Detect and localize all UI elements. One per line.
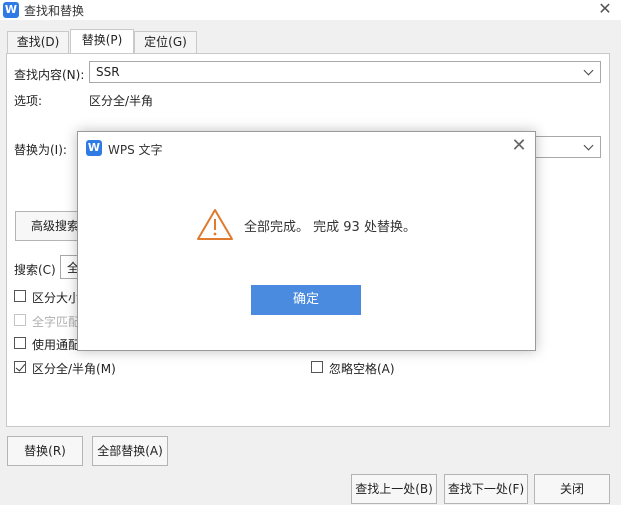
options-label: 选项:	[14, 94, 43, 108]
tab-replace[interactable]: 替换(P)	[70, 29, 134, 53]
chevron-down-icon[interactable]	[582, 65, 596, 79]
find-input[interactable]: SSR	[89, 61, 601, 83]
dialog-title: WPS 文字	[108, 143, 163, 157]
find-label: 查找内容(N):	[14, 68, 85, 82]
match-case-label: 区分大小	[32, 291, 81, 305]
find-previous-button[interactable]: 查找上一处(B)	[351, 474, 437, 504]
wildcards-checkbox[interactable]	[14, 337, 26, 349]
options-value: 区分全/半角	[89, 94, 154, 108]
window-title: 查找和替换	[24, 4, 85, 18]
close-icon[interactable]: ✕	[596, 0, 614, 18]
full-half-width-checkbox[interactable]	[14, 361, 26, 373]
close-button[interactable]: 关闭	[534, 474, 610, 504]
warning-triangle-icon	[197, 209, 233, 240]
completion-message: 全部完成。 完成 93 处替换。	[244, 220, 416, 235]
match-case-checkbox[interactable]	[14, 290, 26, 302]
replace-button[interactable]: 替换(R)	[7, 436, 83, 466]
tab-find[interactable]: 查找(D)	[7, 31, 69, 53]
completion-dialog: W WPS 文字 ✕ 全部完成。 完成 93 处替换。 确定	[77, 131, 536, 351]
find-next-button[interactable]: 查找下一处(F)	[444, 474, 528, 504]
title-bar	[0, 0, 621, 20]
chevron-down-icon[interactable]	[582, 140, 596, 154]
wildcards-label: 使用通配	[32, 338, 81, 352]
tab-goto[interactable]: 定位(G)	[134, 31, 197, 53]
ignore-space-label: 忽略空格(A)	[329, 362, 395, 376]
wps-writer-icon: W	[86, 140, 102, 156]
whole-word-checkbox[interactable]	[14, 314, 26, 326]
whole-word-label: 全字匹配	[32, 315, 81, 329]
replace-label: 替换为(I):	[14, 143, 67, 157]
full-half-width-label: 区分全/半角(M)	[32, 362, 116, 376]
close-icon[interactable]: ✕	[510, 137, 528, 155]
search-label: 搜索(C)	[14, 263, 56, 277]
find-value: SSR	[96, 65, 120, 79]
ignore-space-checkbox[interactable]	[311, 361, 323, 373]
replace-all-button[interactable]: 全部替换(A)	[92, 436, 168, 466]
wps-writer-icon: W	[3, 2, 19, 18]
ok-button[interactable]: 确定	[251, 285, 361, 315]
